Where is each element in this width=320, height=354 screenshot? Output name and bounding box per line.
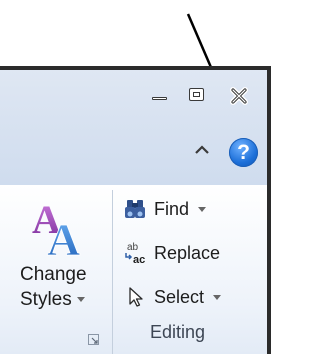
editing-group-label: Editing bbox=[150, 322, 206, 342]
title-bar bbox=[0, 70, 267, 185]
maximize-button[interactable] bbox=[188, 86, 208, 104]
binoculars-icon bbox=[125, 200, 145, 218]
cursor-arrow-icon bbox=[129, 287, 143, 307]
change-styles-label-text: Styles bbox=[20, 289, 72, 310]
chevron-up-icon bbox=[195, 145, 209, 154]
change-styles-label-line1: Change bbox=[20, 264, 87, 285]
replace-icon: ab ac bbox=[125, 242, 145, 265]
find-dropdown-icon bbox=[198, 206, 207, 212]
svg-text:ab: ab bbox=[127, 242, 139, 253]
change-styles-label-line2: Styles bbox=[20, 289, 85, 311]
find-label: Find bbox=[154, 198, 190, 219]
select-dropdown-icon bbox=[213, 294, 222, 300]
minimize-button[interactable] bbox=[150, 89, 170, 107]
close-button[interactable] bbox=[228, 86, 250, 106]
help-button[interactable]: ? bbox=[229, 138, 258, 167]
select-label: Select bbox=[154, 286, 205, 307]
dropdown-arrow-icon bbox=[76, 297, 85, 303]
find-button[interactable]: Find bbox=[124, 195, 207, 223]
collapse-ribbon-button[interactable] bbox=[193, 142, 211, 158]
change-styles-icon: A A bbox=[32, 199, 81, 259]
svg-text:ac: ac bbox=[133, 254, 145, 265]
dialog-launcher-icon[interactable] bbox=[88, 334, 100, 346]
replace-button[interactable]: ab ac Replace bbox=[124, 239, 220, 267]
select-button[interactable]: Select bbox=[124, 283, 222, 311]
replace-label: Replace bbox=[154, 242, 221, 263]
close-icon bbox=[230, 87, 248, 105]
group-divider bbox=[112, 190, 113, 354]
svg-text:A: A bbox=[47, 214, 80, 259]
